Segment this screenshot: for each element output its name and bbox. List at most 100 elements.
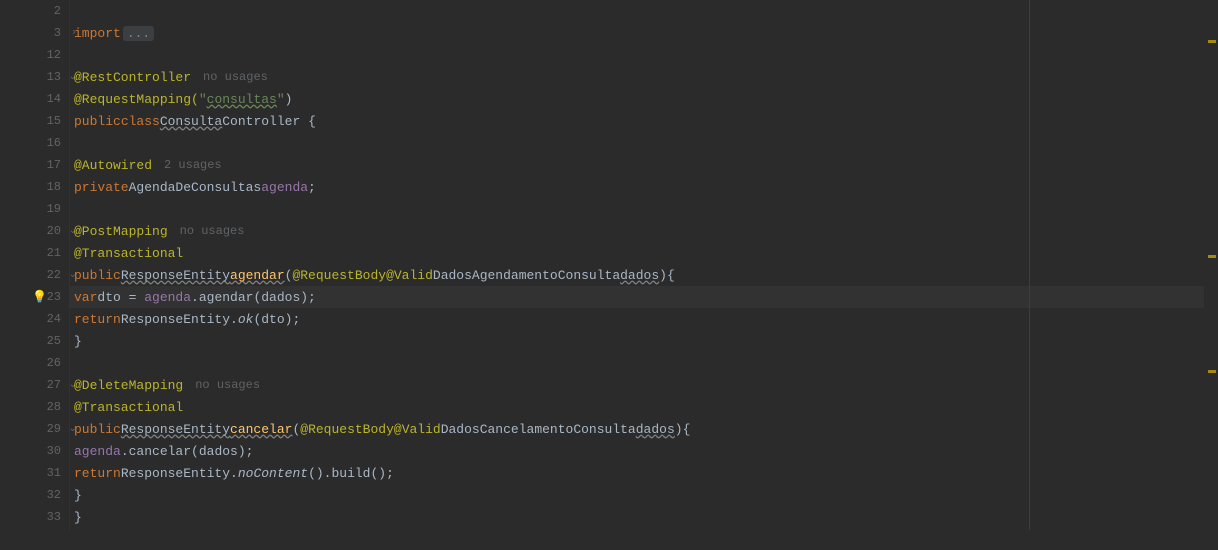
- gutter-row: 15: [0, 110, 69, 132]
- code-line[interactable]: [70, 198, 1218, 220]
- line-number: 31: [47, 466, 61, 480]
- line-number: 33: [47, 510, 61, 524]
- gutter-row: 29⌄: [0, 418, 69, 440]
- code-line[interactable]: public ResponseEntity agendar(@RequestBo…: [70, 264, 1218, 286]
- code-line[interactable]: @DeleteMappingno usages: [70, 374, 1218, 396]
- code-line[interactable]: }: [70, 506, 1218, 528]
- gutter-row: 3›: [0, 22, 69, 44]
- line-number: 17: [47, 158, 61, 172]
- gutter-row: 16: [0, 132, 69, 154]
- line-number: 22: [47, 268, 61, 282]
- code-line[interactable]: }: [70, 484, 1218, 506]
- import-keyword: import: [74, 26, 121, 41]
- dados-agendamento-type: DadosAgendamentoConsulta: [433, 268, 620, 283]
- code-line[interactable]: [70, 352, 1218, 374]
- code-line[interactable]: return ResponseEntity.ok(dto);: [70, 308, 1218, 330]
- gutter-row: 21: [0, 242, 69, 264]
- line-number: 21: [47, 246, 61, 260]
- minimap-rail[interactable]: [1204, 0, 1218, 530]
- lightbulb-icon[interactable]: 💡: [32, 290, 47, 305]
- line-number: 26: [47, 356, 61, 370]
- line-number: 32: [47, 488, 61, 502]
- code-line[interactable]: @Transactional: [70, 396, 1218, 418]
- rail-warning-mark[interactable]: [1208, 255, 1216, 258]
- code-line[interactable]: [70, 132, 1218, 154]
- gutter-row: 22⌄: [0, 264, 69, 286]
- gutter-row: 20⌄: [0, 220, 69, 242]
- code-line[interactable]: public ResponseEntity cancelar(@RequestB…: [70, 418, 1218, 440]
- mapping-path: consultas: [207, 92, 277, 107]
- rail-warning-mark[interactable]: [1208, 370, 1216, 373]
- gutter-row: 17: [0, 154, 69, 176]
- dto-var: dto: [97, 290, 120, 305]
- code-line[interactable]: }: [70, 330, 1218, 352]
- line-number: 2: [54, 4, 61, 18]
- line-number: 23: [47, 290, 61, 304]
- dados-cancelamento-type: DadosCancelamentoConsulta: [441, 422, 636, 437]
- gutter-row: 27⌄: [0, 374, 69, 396]
- code-line[interactable]: private AgendaDeConsultas agenda;: [70, 176, 1218, 198]
- code-line[interactable]: @PostMapping no usages: [70, 220, 1218, 242]
- usage-hint: 2 usages: [164, 158, 222, 172]
- folded-ellipsis[interactable]: ...: [123, 26, 154, 41]
- dados-param: dados: [620, 268, 659, 283]
- gutter-row: 33: [0, 506, 69, 528]
- class-name-consulta: Consulta: [160, 114, 222, 129]
- code-line[interactable]: return ResponseEntity.noContent().build(…: [70, 462, 1218, 484]
- line-number: 25: [47, 334, 61, 348]
- code-line[interactable]: @RequestMapping("consultas"): [70, 88, 1218, 110]
- agendar-method: agendar: [230, 268, 285, 283]
- line-number: 29: [47, 422, 61, 436]
- code-line[interactable]: public class ConsultaController {: [70, 110, 1218, 132]
- code-line[interactable]: [70, 528, 1218, 550]
- gutter-row: 31: [0, 462, 69, 484]
- no-content-method: noContent: [238, 466, 308, 481]
- vertical-divider: [1029, 0, 1030, 530]
- gutter-row: 18: [0, 176, 69, 198]
- line-number: 13: [47, 70, 61, 84]
- ok-method: ok: [238, 312, 254, 327]
- line-number: 18: [47, 180, 61, 194]
- gutter-row: 30: [0, 440, 69, 462]
- line-number: 24: [47, 312, 61, 326]
- line-number: 30: [47, 444, 61, 458]
- gutter-row: 19: [0, 198, 69, 220]
- line-number: 28: [47, 400, 61, 414]
- code-line[interactable]: import ...: [70, 22, 1218, 44]
- class-name-controller: Controller: [222, 114, 300, 129]
- code-line[interactable]: [70, 0, 1218, 22]
- gutter-row: 23💡: [0, 286, 69, 308]
- autowired-annotation: @Autowired: [74, 158, 152, 173]
- gutter-row: 12: [0, 44, 69, 66]
- code-line[interactable]: [70, 44, 1218, 66]
- response-entity-type: ResponseEntity: [121, 268, 230, 283]
- line-number: 19: [47, 202, 61, 216]
- delete-mapping-annotation: @DeleteMapping: [74, 378, 183, 393]
- gutter-row: 13⌄: [0, 66, 69, 88]
- gutter-row: 14: [0, 88, 69, 110]
- code-line[interactable]: agenda.cancelar(dados);: [70, 440, 1218, 462]
- usage-hint: no usages: [180, 224, 245, 238]
- agenda-field: agenda: [261, 180, 308, 195]
- line-number: 12: [47, 48, 61, 62]
- code-line[interactable]: @RestControllerno usages: [70, 66, 1218, 88]
- gutter-row: 24: [0, 308, 69, 330]
- gutter-row: 25: [0, 330, 69, 352]
- cancelar-method: cancelar: [230, 422, 292, 437]
- rail-warning-mark[interactable]: [1208, 40, 1216, 43]
- gutter-row: [0, 528, 69, 550]
- gutter-row: 2: [0, 0, 69, 22]
- editor-container: 23›1213⌄14151617181920⌄2122⌄23💡24252627⌄…: [0, 0, 1218, 530]
- transactional-annotation-2: @Transactional: [74, 400, 183, 415]
- rest-controller-annotation: @RestController: [74, 70, 191, 85]
- code-line[interactable]: @Transactional: [70, 242, 1218, 264]
- cancelar-call: cancelar: [129, 444, 191, 459]
- post-mapping-annotation: @PostMapping: [74, 224, 168, 239]
- gutter-row: 26: [0, 352, 69, 374]
- code-area[interactable]: import ...@RestControllerno usages@Reque…: [69, 0, 1218, 530]
- line-number: 15: [47, 114, 61, 128]
- code-line[interactable]: var dto = agenda.agendar(dados);: [70, 286, 1218, 308]
- agendar-call: agendar: [199, 290, 254, 305]
- code-line[interactable]: @Autowired 2 usages: [70, 154, 1218, 176]
- line-number: 3: [54, 26, 61, 40]
